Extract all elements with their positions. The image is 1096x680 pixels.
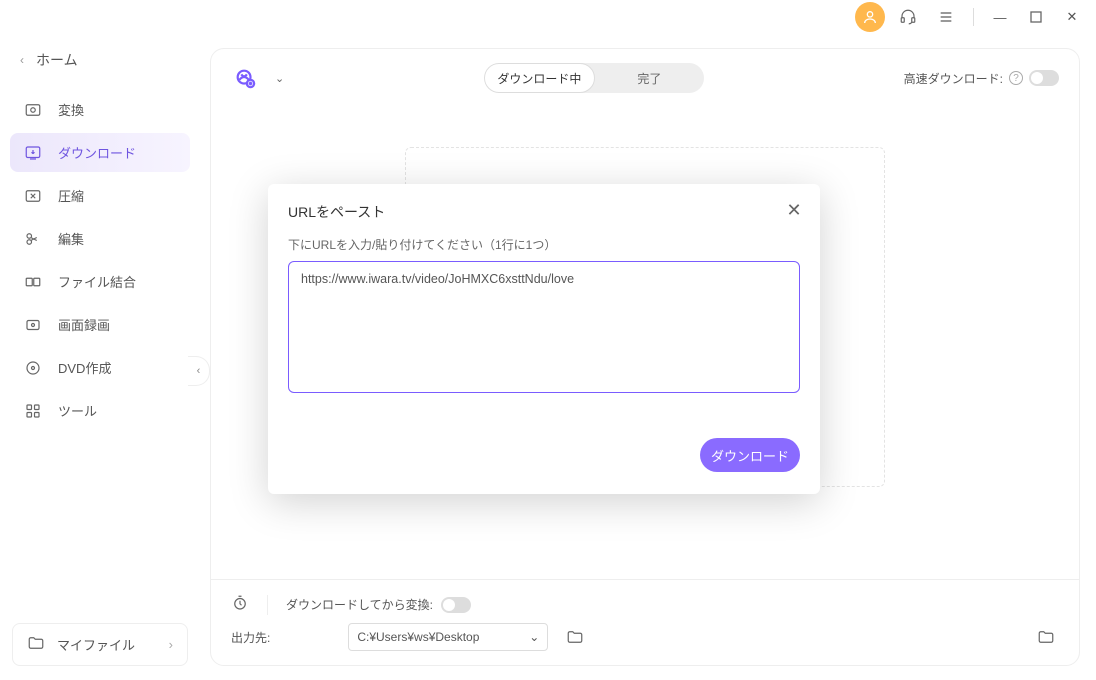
merge-icon bbox=[24, 273, 44, 291]
window-minimize[interactable]: — bbox=[986, 3, 1014, 31]
sidebar-item-label: DVD作成 bbox=[58, 358, 111, 377]
panel-top: ⌄ ダウンロード中 完了 高速ダウンロード: ? bbox=[211, 49, 1079, 107]
open-output-folder[interactable] bbox=[562, 624, 588, 650]
download-icon bbox=[24, 144, 44, 162]
tab-switch: ダウンロード中 完了 bbox=[484, 63, 704, 93]
panel-bottom: ダウンロードしてから変換: bbox=[211, 579, 1079, 665]
sidebar-item-label: ツール bbox=[58, 401, 97, 420]
user-icon[interactable] bbox=[855, 2, 885, 32]
convert-after-label: ダウンロードしてから変換: bbox=[286, 596, 433, 613]
tab-done[interactable]: 完了 bbox=[595, 63, 704, 93]
tab-downloading[interactable]: ダウンロード中 bbox=[484, 63, 595, 93]
fast-download-row: 高速ダウンロード: ? bbox=[904, 70, 1059, 87]
timer-icon[interactable] bbox=[231, 594, 249, 615]
sidebar-item-download[interactable]: ダウンロード bbox=[10, 133, 190, 172]
fast-download-toggle[interactable] bbox=[1029, 70, 1059, 86]
add-url-button[interactable] bbox=[231, 64, 259, 92]
window-maximize[interactable] bbox=[1022, 3, 1050, 31]
convert-icon bbox=[24, 101, 44, 119]
open-right-folder[interactable] bbox=[1033, 624, 1059, 650]
sidebar-spacer bbox=[6, 432, 194, 617]
compress-icon bbox=[24, 187, 44, 205]
titlebar-separator bbox=[973, 8, 974, 26]
sidebar-myfile-label: マイファイル bbox=[57, 635, 135, 654]
output-label: 出力先: bbox=[231, 629, 270, 646]
hamburger-icon[interactable] bbox=[931, 2, 961, 32]
modal-close-button[interactable]: ✕ bbox=[782, 198, 806, 222]
sidebar-item-dvd[interactable]: DVD作成 bbox=[10, 348, 190, 387]
paste-url-modal: URLをペースト ✕ 下にURLを入力/貼り付けてください（1行に1つ） ダウン… bbox=[268, 184, 820, 494]
output-path-select[interactable]: C:¥Users¥ws¥Desktop ⌄ bbox=[348, 623, 548, 651]
output-bottom-row: 出力先: C:¥Users¥ws¥Desktop ⌄ bbox=[231, 623, 1059, 651]
sidebar-item-label: ダウンロード bbox=[58, 143, 136, 162]
add-dropdown-chevron[interactable]: ⌄ bbox=[275, 72, 284, 85]
sidebar-item-compress[interactable]: 圧縮 bbox=[10, 176, 190, 215]
fast-download-label: 高速ダウンロード: bbox=[904, 70, 1003, 87]
titlebar: — ✕ bbox=[0, 0, 1096, 34]
chevron-down-icon: ⌄ bbox=[529, 630, 539, 644]
folder-icon bbox=[27, 634, 45, 655]
window-close[interactable]: ✕ bbox=[1058, 3, 1086, 31]
sidebar-item-merge[interactable]: ファイル結合 bbox=[10, 262, 190, 301]
sidebar-item-label: 編集 bbox=[58, 229, 84, 248]
sidebar: ‹ ホーム 変換 ダウンロード 圧縮 編集 ファイル結合 画面録画 bbox=[0, 34, 200, 680]
record-icon bbox=[24, 316, 44, 334]
sidebar-myfile[interactable]: マイファイル › bbox=[12, 623, 188, 666]
headset-icon[interactable] bbox=[893, 2, 923, 32]
modal-hint: 下にURLを入力/貼り付けてください（1行に1つ） bbox=[288, 236, 800, 253]
output-path-value: C:¥Users¥ws¥Desktop bbox=[357, 630, 479, 644]
sidebar-item-label: 圧縮 bbox=[58, 186, 84, 205]
sidebar-home-label: ホーム bbox=[36, 50, 78, 70]
sidebar-item-label: ファイル結合 bbox=[58, 272, 136, 291]
bottom-separator bbox=[267, 595, 268, 615]
back-icon: ‹ bbox=[20, 53, 24, 67]
sidebar-item-convert[interactable]: 変換 bbox=[10, 90, 190, 129]
sidebar-item-edit[interactable]: 編集 bbox=[10, 219, 190, 258]
convert-after-toggle[interactable] bbox=[441, 597, 471, 613]
dvd-icon bbox=[24, 359, 44, 377]
chevron-right-icon: › bbox=[169, 637, 173, 652]
sidebar-home[interactable]: ‹ ホーム bbox=[6, 42, 194, 78]
tools-icon bbox=[24, 402, 44, 420]
modal-title: URLをペースト bbox=[288, 202, 800, 222]
convert-after-row: ダウンロードしてから変換: bbox=[286, 596, 471, 613]
url-textarea[interactable] bbox=[288, 261, 800, 393]
sidebar-item-tools[interactable]: ツール bbox=[10, 391, 190, 430]
sidebar-item-label: 画面録画 bbox=[58, 315, 110, 334]
sidebar-item-record[interactable]: 画面録画 bbox=[10, 305, 190, 344]
sidebar-item-label: 変換 bbox=[58, 100, 84, 119]
edit-icon bbox=[24, 230, 44, 248]
download-button[interactable]: ダウンロード bbox=[700, 438, 800, 472]
help-icon[interactable]: ? bbox=[1009, 71, 1023, 85]
